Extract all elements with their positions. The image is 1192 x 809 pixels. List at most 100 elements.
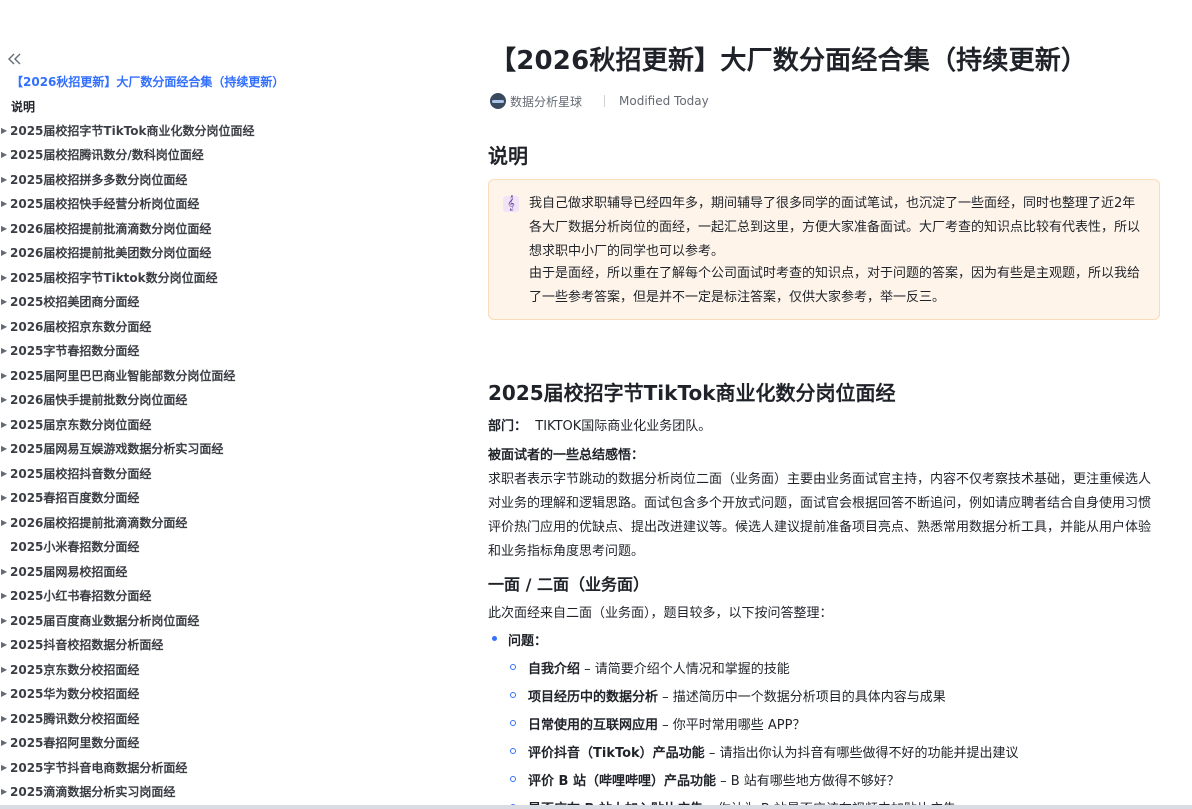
question-term: 评价 B 站（哔哩哔哩）产品功能: [528, 774, 716, 789]
caret-right-icon[interactable]: ▶: [0, 616, 10, 625]
doc-meta: 数据分析星球 Modified Today: [490, 92, 709, 110]
toc-sidebar: 【2026秋招更新】大厂数分面经合集（持续更新） 说明 ▶ 2025届校招字节Ti…: [0, 0, 300, 809]
toc-item-label: 2026届校招提前批滴滴数分岗位面经: [10, 221, 212, 236]
caret-right-icon[interactable]: ▶: [0, 322, 10, 331]
callout-box: 𝄞 我自己做求职辅导已经四年多，期间辅导了很多同学的面试笔试，也沉淀了一些面经，…: [488, 179, 1160, 320]
caret-right-icon[interactable]: ▶: [0, 665, 10, 674]
modified-time: Modified Today: [619, 94, 709, 108]
toc-item-label: 2026届校招提前批美团数分岗位面经: [10, 246, 212, 261]
toc-item[interactable]: ▶ 2025届百度商业数据分析岗位面经: [0, 608, 300, 633]
question-desc: – 请简要介绍个人情况和掌握的技能: [580, 662, 790, 677]
bullet-ring: [510, 664, 516, 670]
toc-item-label: 2025届网易互娱游戏数据分析实习面经: [10, 442, 224, 457]
toc-item[interactable]: ▶ 2026届校招提前批滴滴数分岗位面经: [0, 216, 300, 241]
caret-right-icon[interactable]: ▶: [0, 567, 10, 576]
question-desc: – 你平时常用哪些 APP？: [658, 718, 806, 733]
caret-right-icon[interactable]: ▶: [0, 689, 10, 698]
music-note-icon: 𝄞: [503, 196, 519, 212]
toc-item-label: 2025字节春招数分面经: [10, 344, 140, 359]
toc-list: ▶ 2025届校招字节TikTok商业化数分岗位面经 ▶ 2025届校招腾讯数分/数科…: [0, 118, 300, 804]
caret-right-icon[interactable]: ▶: [0, 714, 10, 723]
toc-item-label: 2025华为数分校招面经: [10, 687, 140, 702]
question-item: 自我介绍 – 请简要介绍个人情况和掌握的技能: [528, 658, 790, 677]
bottom-scroll-edge: [0, 805, 1192, 809]
toc-item-label: 2025届校招快手经营分析岗位面经: [10, 197, 200, 212]
toc-item[interactable]: ▶ 2025届校招腾讯数分/数科岗位面经: [0, 143, 300, 168]
caret-right-icon[interactable]: ▶: [0, 763, 10, 772]
toc-item-label: 2025春招阿里数分面经: [10, 736, 140, 751]
toc-item-label: 2025腾讯数分校招面经: [10, 711, 140, 726]
toc-item[interactable]: ▶ 2025字节春招数分面经: [0, 339, 300, 364]
toc-item[interactable]: ▶ 2025春招阿里数分面经: [0, 731, 300, 756]
toc-item[interactable]: ▶2025小米春招数分面经: [0, 535, 300, 560]
toc-item[interactable]: ▶ 2026届校招提前批美团数分岗位面经: [0, 241, 300, 266]
department-label: 部门：: [488, 419, 528, 434]
toc-item-label: 2025滴滴数据分析实习岗面经: [10, 785, 176, 800]
heading-explain: 说明: [488, 144, 528, 168]
toc-item[interactable]: ▶ 2025届校招字节TikTok商业化数分岗位面经: [0, 118, 300, 143]
caret-right-icon[interactable]: ▶: [0, 591, 10, 600]
toc-doc-title[interactable]: 【2026秋招更新】大厂数分面经合集（持续更新）: [11, 73, 284, 90]
toc-item[interactable]: ▶ 2025抖音校招数据分析面经: [0, 633, 300, 658]
toc-item[interactable]: ▶ 2026届校招京东数分面经: [0, 314, 300, 339]
toc-item[interactable]: ▶ 2025滴滴数据分析实习岗面经: [0, 780, 300, 805]
question-term: 评价抖音（TikTok）产品功能: [528, 746, 705, 761]
bullet-dot: [492, 636, 497, 641]
toc-item[interactable]: ▶ 2025届校招拼多多数分岗位面经: [0, 167, 300, 192]
round-heading: 一面 / 二面（业务面）: [488, 575, 649, 594]
toc-item-label: 2025届校招腾讯数分/数科岗位面经: [10, 148, 204, 163]
caret-right-icon[interactable]: ▶: [0, 297, 10, 306]
toc-item[interactable]: ▶ 2025届阿里巴巴商业智能部数分岗位面经: [0, 363, 300, 388]
toc-item-label: 2025届校招抖音数分面经: [10, 466, 152, 481]
toc-item[interactable]: ▶ 2025腾讯数分校招面经: [0, 706, 300, 731]
toc-item[interactable]: ▶ 2025届校招字节Tiktok数分岗位面经: [0, 265, 300, 290]
caret-right-icon[interactable]: ▶: [0, 273, 10, 282]
toc-item-label: 2025春招百度数分面经: [10, 491, 140, 506]
avatar[interactable]: [490, 93, 506, 109]
caret-right-icon[interactable]: ▶: [0, 787, 10, 796]
caret-right-icon[interactable]: ▶: [0, 420, 10, 429]
caret-right-icon[interactable]: ▶: [0, 175, 10, 184]
question-desc: – B 站有哪些地方做得不够好？: [715, 774, 900, 789]
questions-label-text: 问题：: [508, 634, 548, 649]
caret-right-icon[interactable]: ▶: [0, 444, 10, 453]
caret-right-icon[interactable]: ▶: [0, 346, 10, 355]
toc-item[interactable]: ▶ 2026届快手提前批数分岗位面经: [0, 388, 300, 413]
toc-item[interactable]: ▶ 2025小红书春招数分面经: [0, 584, 300, 609]
toc-item[interactable]: ▶ 2025字节抖音电商数据分析面经: [0, 755, 300, 780]
toc-item-intro[interactable]: 说明: [11, 98, 35, 115]
toc-item[interactable]: ▶ 2026届校招提前批滴滴数分面经: [0, 510, 300, 535]
toc-item[interactable]: ▶ 2025京东数分校招面经: [0, 657, 300, 682]
author-name[interactable]: 数据分析星球: [510, 93, 582, 110]
toc-item[interactable]: ▶ 2025届校招抖音数分面经: [0, 461, 300, 486]
caret-right-icon[interactable]: ▶: [0, 493, 10, 502]
toc-item[interactable]: ▶ 2025届校招快手经营分析岗位面经: [0, 192, 300, 217]
caret-right-icon[interactable]: ▶: [0, 248, 10, 257]
caret-right-icon[interactable]: ▶: [0, 150, 10, 159]
caret-right-icon[interactable]: ▶: [0, 738, 10, 747]
toc-item-label: 2025校招美团商分面经: [10, 295, 140, 310]
caret-right-icon[interactable]: ▶: [0, 395, 10, 404]
department-value: TIKTOK国际商业化业务团队。: [535, 419, 712, 434]
callout-paragraph-1: 我自己做求职辅导已经四年多，期间辅导了很多同学的面试笔试，也沉淀了一些面经，同时…: [529, 196, 1141, 259]
caret-right-icon[interactable]: ▶: [0, 199, 10, 208]
bullet-ring: [510, 720, 516, 726]
toc-item[interactable]: ▶ 2025届京东数分岗位面经: [0, 412, 300, 437]
toc-item[interactable]: ▶ 2025春招百度数分面经: [0, 486, 300, 511]
toc-item[interactable]: ▶ 2025校招美团商分面经: [0, 290, 300, 315]
caret-right-icon[interactable]: ▶: [0, 469, 10, 478]
question-item: 评价 B 站（哔哩哔哩）产品功能 – B 站有哪些地方做得不够好？: [528, 770, 900, 789]
toc-item-label: 2025届校招字节Tiktok数分岗位面经: [10, 270, 218, 285]
toc-item[interactable]: ▶ 2025华为数分校招面经: [0, 682, 300, 707]
toc-item[interactable]: ▶ 2025届网易校招面经: [0, 559, 300, 584]
caret-right-icon[interactable]: ▶: [0, 518, 10, 527]
toc-item-label: 2025字节抖音电商数据分析面经: [10, 760, 188, 775]
toc-item[interactable]: ▶ 2025届网易互娱游戏数据分析实习面经: [0, 437, 300, 462]
caret-right-icon[interactable]: ▶: [0, 640, 10, 649]
caret-right-icon[interactable]: ▶: [0, 224, 10, 233]
collapse-sidebar-icon[interactable]: [6, 50, 24, 68]
caret-right-icon[interactable]: ▶: [0, 371, 10, 380]
toc-item-label: 2026届快手提前批数分岗位面经: [10, 393, 188, 408]
section-heading: 2025届校招字节TikTok商业化数分岗位面经: [488, 381, 896, 405]
caret-right-icon[interactable]: ▶: [0, 126, 10, 135]
